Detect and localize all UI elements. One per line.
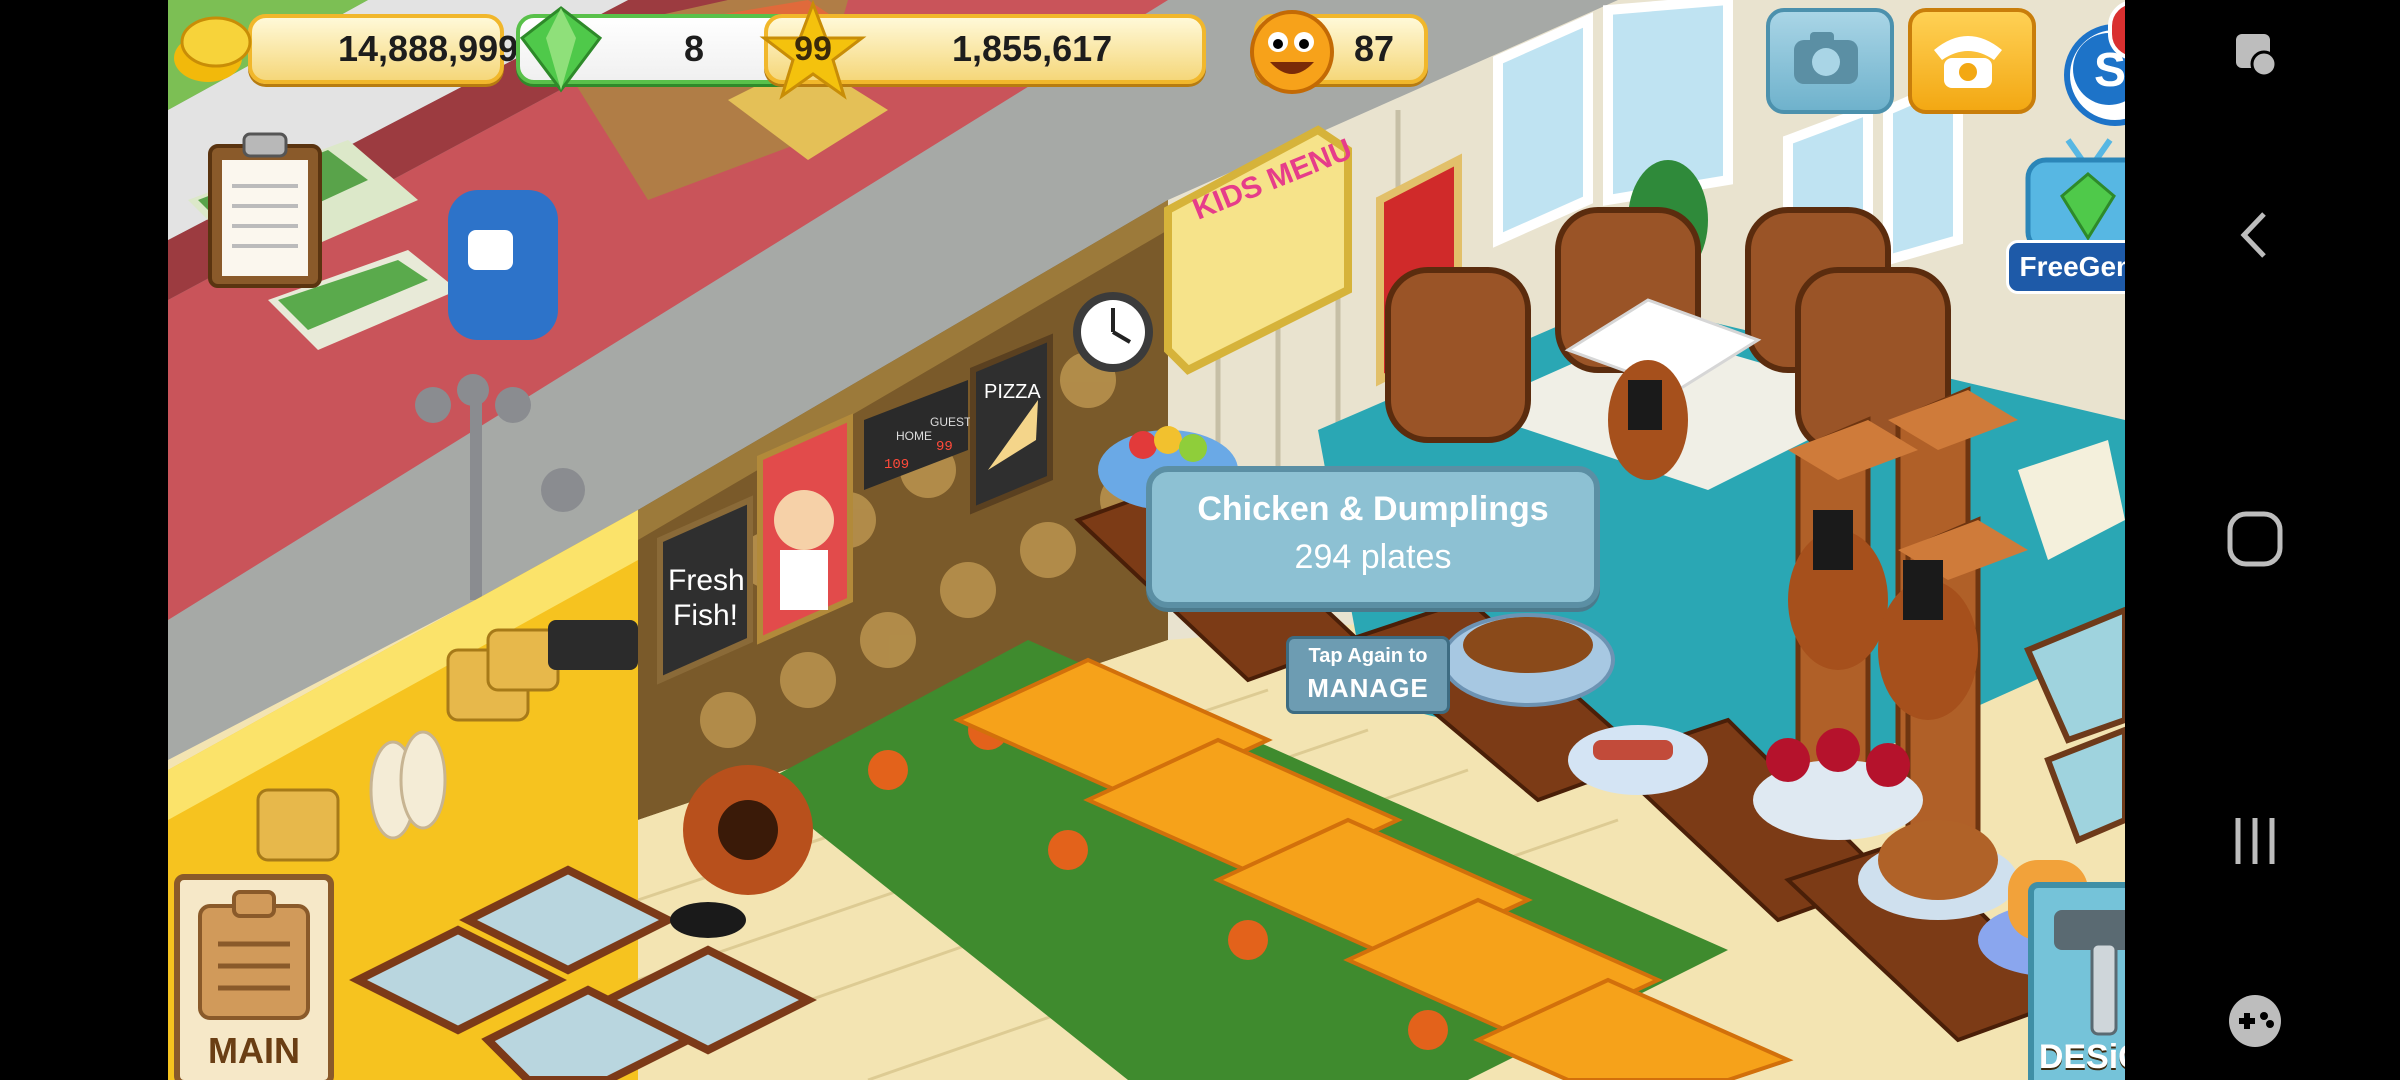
- svg-text:GUEST: GUEST: [930, 415, 972, 429]
- recents-icon[interactable]: [2220, 806, 2290, 876]
- happiness-value: 87: [1354, 28, 1395, 69]
- main-clipboard-icon: [198, 890, 310, 1020]
- dish-tooltip[interactable]: Chicken & Dumplings 294 plates: [1146, 466, 1600, 608]
- pizza-sign: PIZZA: [970, 333, 1053, 515]
- coins-value: 14,888,999: [338, 28, 519, 69]
- game-viewport[interactable]: Fresh Fish! HOME GUEST 109 99 PIZZA KIDS…: [168, 0, 2125, 1080]
- svg-text:Fresh: Fresh: [668, 564, 745, 597]
- game-tools-icon[interactable]: [2220, 986, 2290, 1056]
- dish-name: Chicken & Dumplings: [1197, 490, 1549, 528]
- camera-button[interactable]: [1766, 8, 1894, 114]
- mailbox: [448, 190, 558, 340]
- gem-icon: [516, 4, 606, 94]
- level-value: 99: [794, 30, 832, 68]
- hammer-icon: [2054, 910, 2125, 1036]
- svg-text:PIZZA: PIZZA: [984, 381, 1041, 403]
- camera-icon: [1794, 32, 1858, 84]
- back-icon[interactable]: [2220, 200, 2290, 270]
- coin-icon: [168, 8, 268, 90]
- experience-value: 1,855,617: [952, 28, 1113, 69]
- manage-hint: Tap Again to: [1308, 645, 1428, 667]
- free-gems-label-box: FreeGems: [2006, 240, 2125, 294]
- system-navigation-bar: [2125, 0, 2400, 1080]
- main-button[interactable]: MAIN: [174, 874, 334, 1080]
- dish-plates: 294 plates: [1294, 538, 1452, 576]
- tasks-clipboard-button[interactable]: [204, 130, 326, 292]
- svg-text:Fish!: Fish!: [673, 599, 738, 632]
- phone-button[interactable]: [1908, 8, 2036, 114]
- coins-counter[interactable]: 14,888,999: [248, 14, 518, 84]
- smiley-icon: [1246, 6, 1338, 98]
- tv-gem-icon: [2025, 138, 2125, 253]
- free-gems-label: FreeGems: [2019, 251, 2125, 282]
- phone-icon: [1934, 36, 2002, 88]
- svg-text:HOME: HOME: [896, 429, 932, 443]
- svg-text:99: 99: [936, 439, 953, 455]
- home-icon[interactable]: [2220, 504, 2290, 574]
- design-button[interactable]: DESiGN: [2028, 882, 2125, 1080]
- free-gems-button[interactable]: FreeGems: [2006, 134, 2125, 294]
- main-label: MAIN: [208, 1030, 300, 1071]
- manage-label: MANAGE: [1307, 673, 1429, 703]
- svg-text:109: 109: [884, 457, 909, 473]
- assistant-icon[interactable]: [2220, 20, 2290, 90]
- tap-to-manage-button[interactable]: Tap Again to MANAGE: [1286, 636, 1450, 714]
- design-label: DESiGN: [2038, 1038, 2125, 1076]
- clipboard-icon: [208, 132, 322, 288]
- gems-value: 8: [684, 28, 705, 69]
